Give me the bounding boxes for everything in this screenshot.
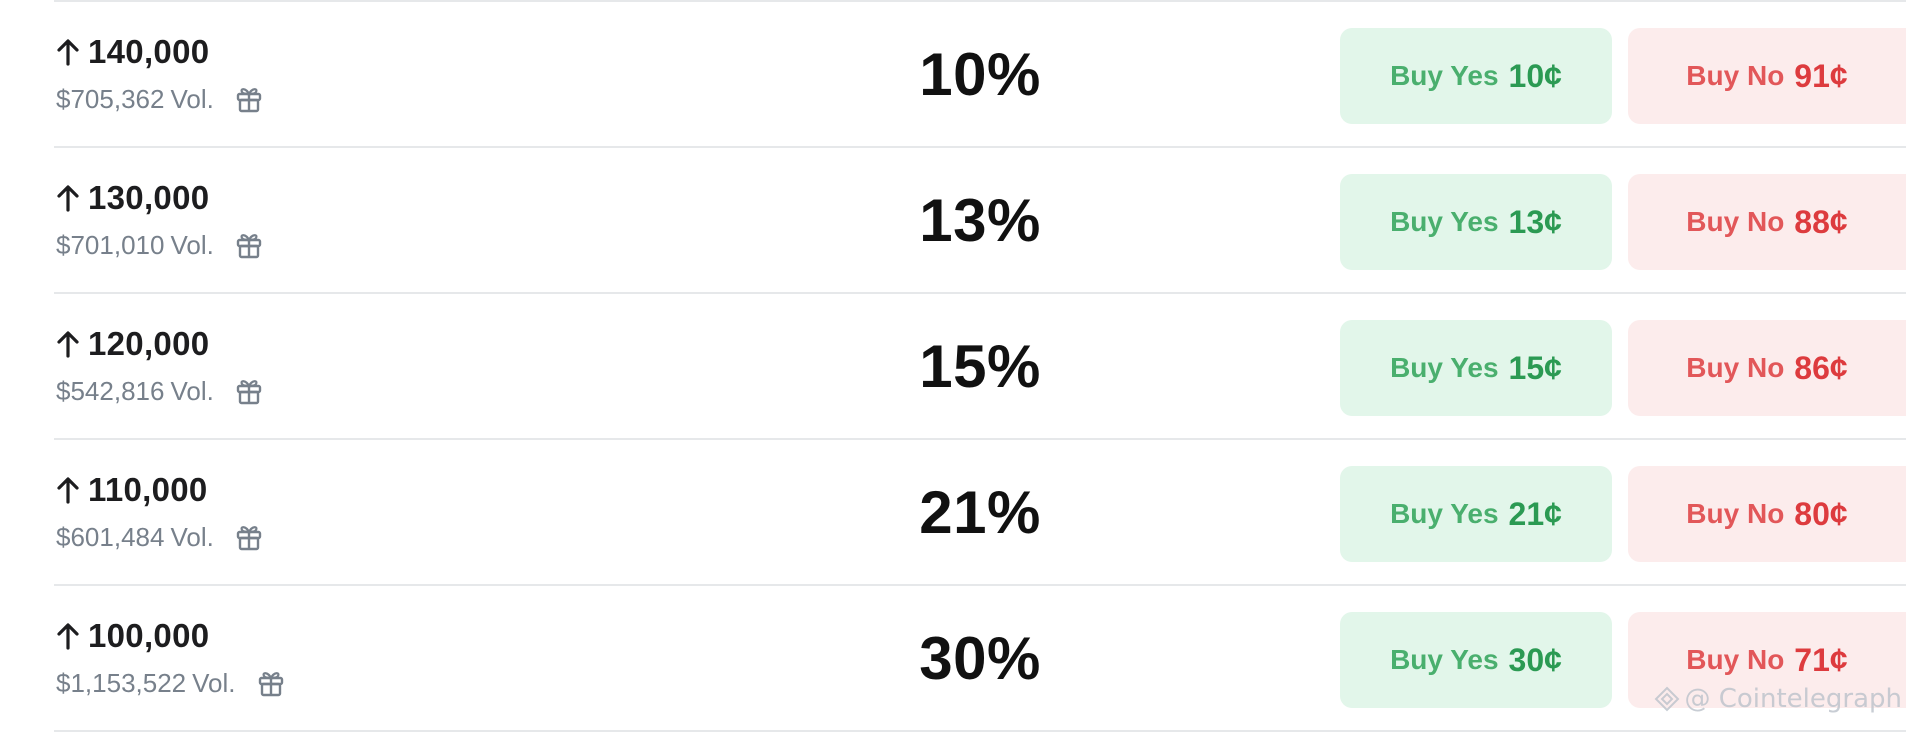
volume-line: $542,816 Vol. xyxy=(56,374,264,408)
buy-no-price: 80¢ xyxy=(1794,495,1848,532)
gift-icon[interactable] xyxy=(234,376,264,406)
buy-yes-button[interactable]: Buy Yes 30¢ xyxy=(1340,612,1612,708)
gift-icon[interactable] xyxy=(256,668,286,698)
watermark-text: @ Cointelegraph xyxy=(1684,684,1902,714)
outcome-title: 100,000 xyxy=(56,616,209,656)
buy-no-button[interactable]: Buy No 80¢ xyxy=(1628,466,1906,562)
buy-yes-price: 13¢ xyxy=(1508,203,1562,240)
outcome-title: 130,000 xyxy=(56,178,209,218)
buy-no-price: 88¢ xyxy=(1794,203,1848,240)
volume-value: $701,010 xyxy=(56,229,165,260)
arrow-up-icon xyxy=(56,330,80,358)
volume-suffix: Vol. xyxy=(170,229,214,260)
buy-no-price: 91¢ xyxy=(1794,57,1848,94)
volume-value: $705,362 xyxy=(56,83,165,114)
outcome-threshold: 130,000 xyxy=(88,179,210,216)
outcome-row[interactable]: 140,000 $705,362 Vol. 10% Buy Yes 10¢ Bu… xyxy=(0,2,1906,148)
outcome-chance: 10% xyxy=(919,41,1041,108)
arrow-up-icon xyxy=(56,476,80,504)
gift-icon[interactable] xyxy=(234,230,264,260)
volume-value: $601,484 xyxy=(56,521,165,552)
volume-line: $705,362 Vol. xyxy=(56,82,264,116)
buy-yes-label: Buy Yes xyxy=(1390,644,1499,675)
buy-yes-label: Buy Yes xyxy=(1390,352,1499,383)
buy-yes-price: 21¢ xyxy=(1508,495,1562,532)
volume-line: $701,010 Vol. xyxy=(56,228,264,262)
outcome-threshold: 120,000 xyxy=(88,325,210,362)
volume-value: $542,816 xyxy=(56,375,165,406)
outcome-chance: 30% xyxy=(919,625,1041,692)
outcome-title: 120,000 xyxy=(56,324,209,364)
outcome-title: 140,000 xyxy=(56,32,209,72)
volume-suffix: Vol. xyxy=(170,521,214,552)
gift-icon[interactable] xyxy=(234,522,264,552)
buy-no-button[interactable]: Buy No 91¢ xyxy=(1628,28,1906,124)
cointelegraph-logo-icon xyxy=(1654,686,1680,712)
buy-yes-button[interactable]: Buy Yes 21¢ xyxy=(1340,466,1612,562)
buy-yes-button[interactable]: Buy Yes 15¢ xyxy=(1340,320,1612,416)
volume-suffix: Vol. xyxy=(192,667,236,698)
buy-no-price: 71¢ xyxy=(1794,641,1848,678)
buy-no-button[interactable]: Buy No 86¢ xyxy=(1628,320,1906,416)
gift-icon[interactable] xyxy=(234,84,264,114)
outcome-threshold: 110,000 xyxy=(88,471,208,508)
buy-yes-label: Buy Yes xyxy=(1390,498,1499,529)
outcome-row[interactable]: 100,000 $1,153,522 Vol. 30% Buy Yes 30¢ … xyxy=(0,586,1906,732)
buy-yes-label: Buy Yes xyxy=(1390,206,1499,237)
volume-suffix: Vol. xyxy=(170,375,214,406)
arrow-up-icon xyxy=(56,38,80,66)
buy-no-label: Buy No xyxy=(1686,60,1785,91)
outcome-chance: 21% xyxy=(919,479,1041,546)
buy-no-label: Buy No xyxy=(1686,644,1785,675)
volume-line: $1,153,522 Vol. xyxy=(56,666,286,700)
outcome-threshold: 140,000 xyxy=(88,33,210,70)
market-outcomes-list: 140,000 $705,362 Vol. 10% Buy Yes 10¢ Bu… xyxy=(0,0,1906,732)
outcome-threshold: 100,000 xyxy=(88,617,210,654)
buy-no-button[interactable]: Buy No 88¢ xyxy=(1628,174,1906,270)
arrow-up-icon xyxy=(56,622,80,650)
buy-no-label: Buy No xyxy=(1686,352,1785,383)
arrow-up-icon xyxy=(56,184,80,212)
outcome-chance: 13% xyxy=(919,187,1041,254)
volume-line: $601,484 Vol. xyxy=(56,520,264,554)
volume-suffix: Vol. xyxy=(170,83,214,114)
buy-yes-button[interactable]: Buy Yes 13¢ xyxy=(1340,174,1612,270)
volume-value: $1,153,522 xyxy=(56,667,187,698)
buy-no-label: Buy No xyxy=(1686,206,1785,237)
outcome-row[interactable]: 120,000 $542,816 Vol. 15% Buy Yes 15¢ Bu… xyxy=(0,294,1906,440)
outcome-row[interactable]: 110,000 $601,484 Vol. 21% Buy Yes 21¢ Bu… xyxy=(0,440,1906,586)
buy-yes-label: Buy Yes xyxy=(1390,60,1499,91)
outcome-row[interactable]: 130,000 $701,010 Vol. 13% Buy Yes 13¢ Bu… xyxy=(0,148,1906,294)
buy-yes-price: 15¢ xyxy=(1508,349,1562,386)
buy-yes-price: 30¢ xyxy=(1508,641,1562,678)
buy-no-label: Buy No xyxy=(1686,498,1785,529)
watermark: @ Cointelegraph xyxy=(1654,684,1902,714)
buy-yes-price: 10¢ xyxy=(1508,57,1562,94)
outcome-title: 110,000 xyxy=(56,470,208,510)
buy-yes-button[interactable]: Buy Yes 10¢ xyxy=(1340,28,1612,124)
buy-no-price: 86¢ xyxy=(1794,349,1848,386)
outcome-chance: 15% xyxy=(919,333,1041,400)
